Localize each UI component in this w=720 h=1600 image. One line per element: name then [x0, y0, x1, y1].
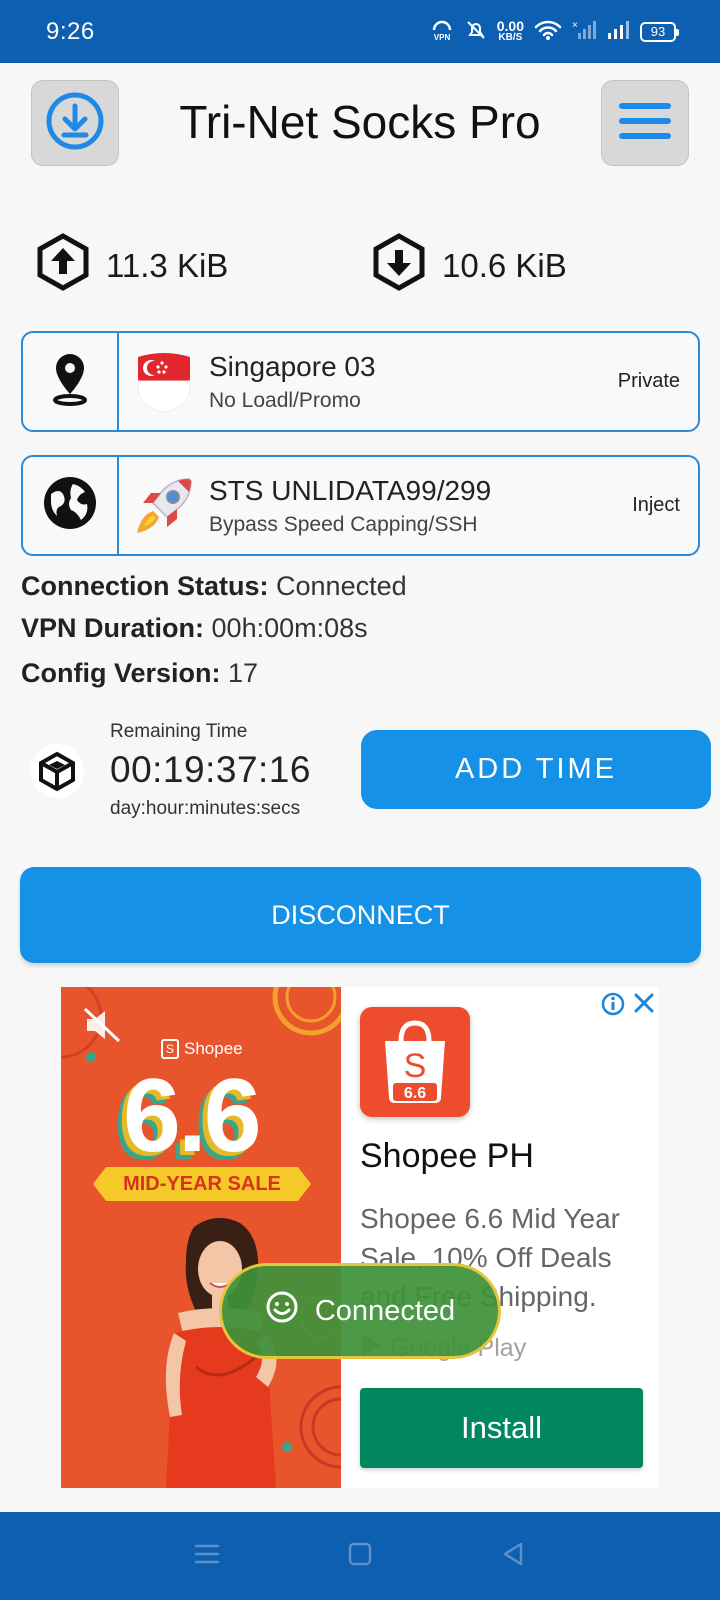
- server-selector[interactable]: Singapore 03 No Loadl/Promo Private: [21, 331, 700, 432]
- shopee-bag-icon: S: [161, 1039, 179, 1059]
- connection-status: Connection Status: Connected: [21, 571, 407, 602]
- vpn-duration-value: 00h:00m:08s: [211, 613, 368, 643]
- location-pin-icon: [48, 350, 92, 413]
- banner-brand-text: Shopee: [184, 1039, 243, 1058]
- wifi-icon: [534, 19, 562, 44]
- menu-button[interactable]: [601, 80, 689, 166]
- server-tag: Private: [617, 370, 680, 392]
- status-icons: VPN 0.00 KB/S × 93: [429, 17, 679, 46]
- hamburger-icon: [617, 101, 673, 146]
- svg-text:S: S: [404, 1047, 427, 1085]
- shopee-app-logo[interactable]: S 6.6: [360, 1007, 470, 1117]
- net-speed-value: 0.00: [496, 17, 524, 34]
- system-nav-bar: [0, 1512, 720, 1600]
- back-icon[interactable]: [499, 1540, 527, 1573]
- vpn-duration: VPN Duration: 00h:00m:08s: [21, 613, 368, 644]
- download-config-button[interactable]: [31, 80, 119, 166]
- recent-apps-icon[interactable]: [193, 1542, 221, 1571]
- payload-info: STS UNLIDATA99/299 Bypass Speed Capping/…: [209, 457, 632, 554]
- payload-selector[interactable]: STS UNLIDATA99/299 Bypass Speed Capping/…: [21, 455, 700, 556]
- globe-icon: [41, 474, 99, 537]
- upload-arrow-icon: [36, 233, 90, 299]
- info-icon[interactable]: [601, 992, 625, 1021]
- payload-network-cell: [23, 457, 119, 554]
- connection-status-label: Connection Status:: [21, 571, 269, 601]
- clock: 9:26: [46, 17, 95, 45]
- payload-name: STS UNLIDATA99/299: [209, 474, 492, 506]
- banner-brand: S Shopee: [161, 1039, 243, 1059]
- smiley-icon: [265, 1290, 299, 1332]
- vpn-duration-label: VPN Duration:: [21, 613, 205, 643]
- config-version: Config Version: 17: [21, 658, 258, 689]
- download-icon: [44, 90, 106, 157]
- remaining-time-value: 00:19:37:16: [110, 749, 311, 790]
- download-value: 10.6 KiB: [442, 247, 567, 284]
- banner-sale-ribbon: MID-YEAR SALE: [93, 1167, 311, 1201]
- net-speed-unit: KB/S: [498, 31, 523, 43]
- svg-text:×: ×: [572, 20, 578, 31]
- remaining-time-format: day:hour:minutes:secs: [110, 798, 301, 819]
- ad-banner-image[interactable]: S Shopee 6.6 MID-YEAR SALE: [61, 987, 341, 1488]
- cube-icon: [30, 744, 84, 798]
- ad-container[interactable]: S Shopee 6.6 MID-YEAR SALE S 6.6 Shopee …: [61, 987, 659, 1488]
- server-subtitle: No Loadl/Promo: [209, 388, 361, 412]
- payload-tag: Inject: [632, 494, 680, 516]
- singapore-flag-icon: [119, 333, 209, 430]
- status-bar: 9:26 VPN 0.00 KB/S × 93: [0, 0, 720, 63]
- download-arrow-icon: [372, 233, 426, 299]
- server-info: Singapore 03 No Loadl/Promo: [209, 333, 618, 430]
- remaining-time-label: Remaining Time: [110, 721, 248, 742]
- config-version-label: Config Version:: [21, 658, 221, 688]
- add-time-button[interactable]: ADD TIME: [361, 730, 711, 809]
- connected-toast: Connected: [219, 1263, 501, 1359]
- server-location-cell: [23, 333, 119, 430]
- signal-sim1-icon: ×: [572, 19, 596, 44]
- config-version-value: 17: [228, 658, 259, 688]
- banner-big-text: 6.6: [123, 1058, 262, 1174]
- app-title: Tri-Net Socks Pro: [179, 96, 541, 148]
- ad-app-name[interactable]: Shopee PH: [360, 1137, 534, 1176]
- rocket-icon: [119, 457, 209, 554]
- svg-text:VPN: VPN: [434, 33, 451, 42]
- download-stat: 10.6 KiB: [372, 233, 567, 299]
- payload-subtitle: Bypass Speed Capping/SSH: [209, 512, 478, 536]
- net-speed: 0.00 KB/S: [496, 17, 524, 44]
- upload-value: 11.3 KiB: [106, 247, 229, 284]
- vpn-key-icon: VPN: [429, 17, 455, 46]
- ad-choices[interactable]: [601, 992, 655, 1021]
- connection-status-value: Connected: [276, 571, 407, 601]
- mute-icon[interactable]: [83, 1007, 123, 1048]
- server-name: Singapore 03: [209, 350, 376, 382]
- toast-text: Connected: [314, 1294, 456, 1327]
- home-icon[interactable]: [346, 1540, 374, 1573]
- upload-stat: 11.3 KiB: [36, 233, 228, 299]
- signal-sim2-icon: [606, 19, 630, 44]
- close-icon[interactable]: [633, 992, 655, 1021]
- svg-text:6.6: 6.6: [404, 1085, 426, 1102]
- mute-bell-icon: [465, 19, 487, 44]
- install-button[interactable]: Install: [360, 1388, 643, 1468]
- battery-indicator: 93: [640, 21, 679, 42]
- disconnect-button[interactable]: DISCONNECT: [20, 867, 701, 963]
